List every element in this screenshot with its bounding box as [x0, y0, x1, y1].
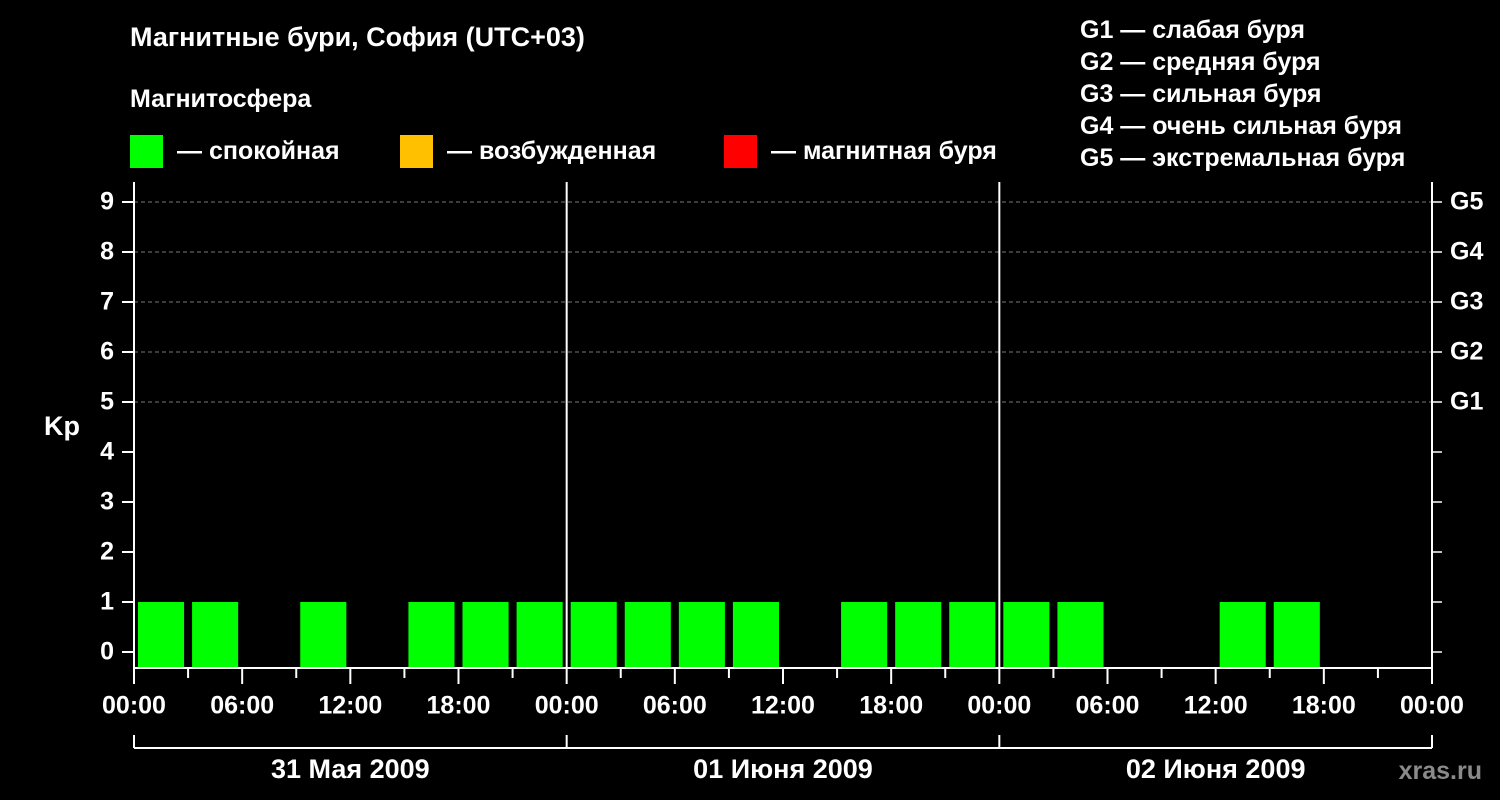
- kp-chart: 0 1 2 3 4 5 6 7 8 9 G1 G2 G3 G4 G5 Kp 00:00 06:00 12:00 18:…: [44, 182, 1483, 784]
- kp-bar: [841, 602, 888, 667]
- x-tick-label: 12:00: [751, 692, 815, 720]
- kp-bar: [408, 602, 455, 667]
- x-tick-label: 00:00: [535, 692, 599, 720]
- kp-bar: [1219, 602, 1266, 667]
- kp-bar: [192, 602, 239, 667]
- y-tick-label: 2: [100, 538, 114, 566]
- y-tick-label: 0: [100, 638, 114, 666]
- x-tick-label: 18:00: [427, 692, 491, 720]
- x-tick-label: 12:00: [1184, 692, 1248, 720]
- kp-bar: [462, 602, 509, 667]
- g-level-label: G1: [1450, 388, 1483, 416]
- kp-bar: [949, 602, 996, 667]
- kp-bar: [1003, 602, 1050, 667]
- y-tick-label: 8: [100, 238, 114, 266]
- g-level-label: G3: [1450, 288, 1483, 316]
- x-tick-label: 00:00: [1400, 692, 1464, 720]
- x-tick-label: 06:00: [1076, 692, 1140, 720]
- watermark: xras.ru: [1398, 757, 1482, 785]
- y-tick-label: 5: [100, 388, 114, 416]
- y-tick-label: 4: [100, 438, 114, 466]
- y-tick-label: 3: [100, 488, 114, 516]
- x-tick-label: 12:00: [318, 692, 382, 720]
- kp-bar: [516, 602, 563, 667]
- g-level-label: G2: [1450, 338, 1483, 366]
- y-tick-label: 6: [100, 338, 114, 366]
- x-tick-label: 18:00: [1292, 692, 1356, 720]
- x-tick-label: 00:00: [967, 692, 1031, 720]
- day-label: 01 Июня 2009: [693, 754, 873, 784]
- kp-bar: [300, 602, 347, 667]
- kp-bar: [1057, 602, 1104, 667]
- g-level-label: G5: [1450, 188, 1483, 216]
- y-tick-label: 9: [100, 188, 114, 216]
- x-tick-label: 06:00: [210, 692, 274, 720]
- kp-bar: [732, 602, 779, 667]
- kp-bar: [138, 602, 185, 667]
- kp-bar: [570, 602, 617, 667]
- y-axis-label: Kp: [44, 411, 80, 441]
- kp-bar: [624, 602, 671, 667]
- day-label: 31 Мая 2009: [271, 754, 430, 784]
- day-label: 02 Июня 2009: [1126, 754, 1306, 784]
- x-tick-label: 18:00: [859, 692, 923, 720]
- kp-bar: [678, 602, 725, 667]
- y-tick-label: 1: [100, 588, 114, 616]
- x-tick-label: 00:00: [102, 692, 166, 720]
- kp-bar: [1273, 602, 1320, 667]
- kp-bar: [895, 602, 942, 667]
- y-tick-label: 7: [100, 288, 114, 316]
- x-tick-label: 06:00: [643, 692, 707, 720]
- g-level-label: G4: [1450, 238, 1483, 266]
